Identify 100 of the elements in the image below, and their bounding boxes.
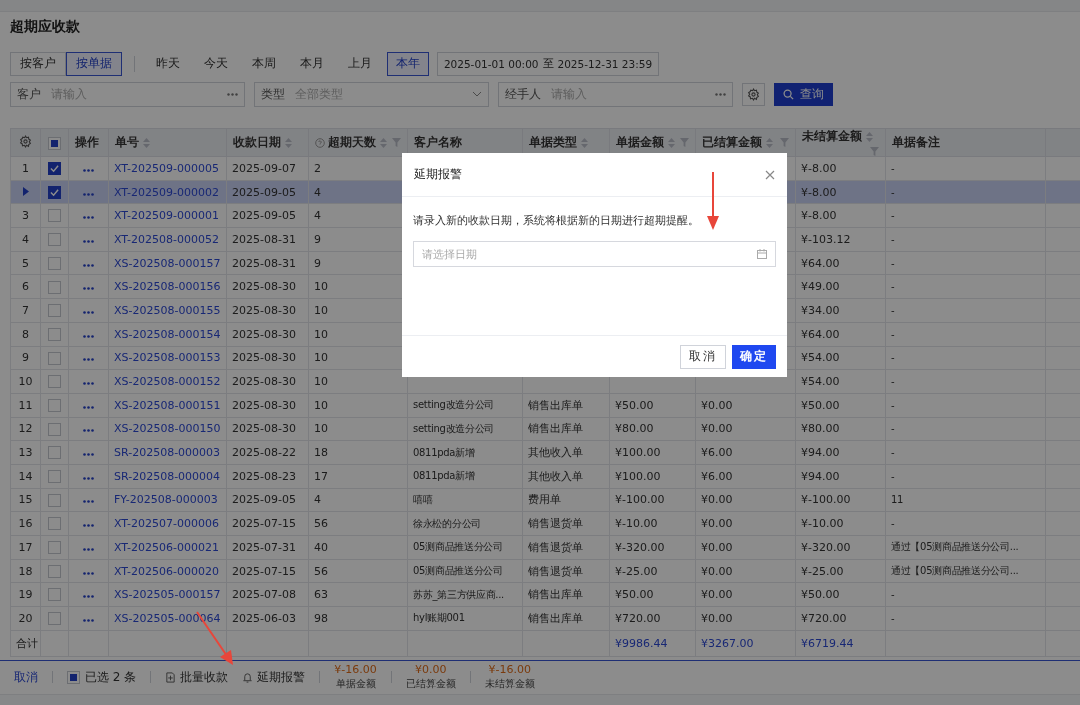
row-number: 10 bbox=[18, 375, 33, 389]
sort-icon[interactable] bbox=[668, 137, 675, 148]
table-cell: ¥-100.00 bbox=[801, 493, 851, 507]
table-cell: 2025-06-03 bbox=[232, 611, 296, 625]
batch-collect-button[interactable]: 批量收款 bbox=[165, 668, 229, 686]
more-icon[interactable] bbox=[83, 358, 94, 362]
sort-icon[interactable] bbox=[866, 131, 873, 142]
table-cell: ¥34.00 bbox=[801, 303, 840, 317]
column-header: 操作 bbox=[75, 135, 99, 149]
table-cell: 2025-08-31 bbox=[232, 232, 296, 246]
table-cell: 2025-07-31 bbox=[232, 540, 296, 554]
table-cell: ¥-320.00 bbox=[615, 540, 665, 554]
more-icon[interactable] bbox=[83, 476, 94, 480]
summary-label: 单据金额 bbox=[335, 677, 376, 692]
table-cell: - bbox=[891, 257, 895, 269]
select-all-checkbox[interactable] bbox=[48, 136, 61, 150]
more-icon[interactable] bbox=[83, 500, 94, 504]
column-header: 超期天数 bbox=[328, 135, 376, 149]
view-toggle-button[interactable]: 按单据 bbox=[66, 51, 122, 76]
column-header: 收款日期 bbox=[233, 135, 281, 149]
table-cell: ¥80.00 bbox=[615, 422, 654, 436]
more-icon[interactable] bbox=[83, 263, 94, 267]
table-row[interactable]: 13 SR-202508-000003 2025-08-22 18 0811pda新增 其他收入单 ¥100.00 ¥6.00 ¥94.00 - bbox=[10, 440, 1080, 465]
table-row[interactable]: 16 XT-202507-000006 2025-07-15 56 徐永松的分公司 销售退货单 ¥-10.00 ¥0.00 ¥-10.00 - bbox=[10, 511, 1080, 536]
row-checkbox[interactable] bbox=[48, 185, 61, 199]
table-row[interactable]: 15 FY-202508-000003 2025-09-05 4 嘻嘻 费用单 ¥-100.00 ¥0.00 ¥-100.00 11 bbox=[10, 488, 1080, 512]
table-cell: ¥0.00 bbox=[701, 422, 733, 436]
close-icon[interactable] bbox=[765, 169, 775, 180]
more-icon[interactable] bbox=[83, 453, 94, 457]
more-icon[interactable] bbox=[83, 334, 94, 338]
row-checkbox[interactable] bbox=[48, 162, 61, 176]
table-cell: 2025-08-23 bbox=[232, 469, 296, 483]
cancel-link[interactable]: 取消 bbox=[14, 668, 38, 686]
table-cell: - bbox=[891, 447, 895, 459]
view-toggle-button[interactable]: 按客户 bbox=[10, 51, 66, 76]
delay-alarm-button[interactable]: 延期报警 bbox=[242, 668, 306, 686]
table-cell: 2025-09-05 bbox=[232, 185, 296, 199]
sort-icon[interactable] bbox=[766, 137, 773, 148]
table-row[interactable]: 19 XS-202505-000157 2025-07-08 63 苏苏_第三方供应商... 销售出库单 ¥50.00 ¥0.00 ¥50.00 - bbox=[10, 582, 1080, 607]
date-picker-field[interactable]: 请选择日期 bbox=[413, 241, 776, 267]
period-button[interactable]: 今天 bbox=[195, 51, 237, 76]
table-cell: ¥0.00 bbox=[701, 517, 733, 531]
period-button[interactable]: 本周 bbox=[243, 51, 285, 76]
filter-icon[interactable] bbox=[392, 138, 401, 147]
gear-icon bbox=[747, 87, 760, 101]
cancel-button[interactable]: 取消 bbox=[680, 344, 726, 369]
more-icon bbox=[227, 92, 238, 96]
table-row[interactable]: 12 XS-202508-000150 2025-08-30 10 setting改造分公司 销售出库单 ¥80.00 ¥0.00 ¥80.00 - bbox=[10, 417, 1080, 441]
sort-icon[interactable] bbox=[143, 137, 150, 148]
period-button[interactable]: 昨天 bbox=[147, 51, 189, 76]
filter-icon[interactable] bbox=[780, 138, 789, 147]
filter-icon[interactable] bbox=[680, 138, 689, 147]
table-cell: ¥-8.00 bbox=[801, 185, 837, 199]
table-cell: 嘻嘻 bbox=[413, 493, 433, 505]
page-title: 超期应收款 bbox=[9, 17, 81, 36]
table-cell: ¥-8.00 bbox=[801, 209, 837, 223]
column-header: 单据类型 bbox=[529, 135, 577, 149]
table-cell: 费用单 bbox=[528, 493, 561, 507]
table-cell: - bbox=[891, 423, 895, 435]
more-icon[interactable] bbox=[83, 429, 94, 433]
query-button[interactable]: 查询 bbox=[774, 82, 833, 106]
period-button[interactable]: 上月 bbox=[339, 51, 381, 76]
table-cell: 2025-08-30 bbox=[232, 422, 296, 436]
date-range-field[interactable]: 2025-01-01 00:00 至 2025-12-31 23:59 bbox=[437, 51, 659, 76]
period-button[interactable]: 本年 bbox=[387, 51, 429, 76]
row-number: 4 bbox=[22, 232, 29, 246]
table-cell: ¥64.00 bbox=[801, 256, 840, 270]
table-cell: 63 bbox=[314, 588, 328, 602]
table-row[interactable]: 14 SR-202508-000004 2025-08-23 17 0811pda新增 其他收入单 ¥100.00 ¥6.00 ¥94.00 - bbox=[10, 464, 1080, 489]
sort-icon[interactable] bbox=[285, 137, 292, 148]
table-cell: ¥0.00 bbox=[701, 611, 733, 625]
table-cell: - bbox=[891, 352, 895, 364]
sort-icon[interactable] bbox=[581, 137, 588, 148]
more-icon[interactable] bbox=[83, 168, 94, 172]
settings-button[interactable] bbox=[742, 82, 765, 106]
selection-checkbox[interactable] bbox=[67, 670, 80, 684]
table-row[interactable]: 17 XT-202506-000021 2025-07-31 40 05测商品推送分公司 销售退货单 ¥-320.00 ¥0.00 ¥-320.00 通过【05测商品推送分公司... bbox=[10, 535, 1080, 560]
table-row[interactable]: 11 XS-202508-000151 2025-08-30 10 setting改造分公司 销售出库单 ¥50.00 ¥0.00 ¥50.00 - bbox=[10, 393, 1080, 418]
more-icon[interactable] bbox=[83, 239, 94, 243]
table-cell: ¥-25.00 bbox=[801, 564, 844, 578]
more-icon[interactable] bbox=[83, 382, 94, 386]
more-icon[interactable] bbox=[83, 618, 94, 622]
table-cell: ¥-10.00 bbox=[615, 517, 658, 531]
more-icon[interactable] bbox=[83, 192, 94, 196]
more-icon[interactable] bbox=[83, 310, 94, 314]
row-number: 13 bbox=[18, 446, 33, 460]
confirm-button[interactable]: 确定 bbox=[732, 344, 776, 369]
row-number: 9 bbox=[22, 351, 29, 365]
more-icon[interactable] bbox=[83, 405, 94, 409]
row-number: 5 bbox=[22, 256, 29, 270]
settings-icon[interactable] bbox=[19, 134, 32, 148]
more-icon[interactable] bbox=[83, 524, 94, 528]
more-icon[interactable] bbox=[83, 216, 94, 220]
table-row[interactable]: 18 XT-202506-000020 2025-07-15 56 05测商品推送分公司 销售退货单 ¥-25.00 ¥0.00 ¥-25.00 通过【05测商品推送分公司... bbox=[10, 559, 1080, 583]
more-icon[interactable] bbox=[83, 547, 94, 551]
period-button[interactable]: 本月 bbox=[291, 51, 333, 76]
more-icon[interactable] bbox=[83, 287, 94, 291]
more-icon[interactable] bbox=[83, 595, 94, 599]
sort-icon[interactable] bbox=[380, 137, 387, 148]
more-icon[interactable] bbox=[83, 571, 94, 575]
